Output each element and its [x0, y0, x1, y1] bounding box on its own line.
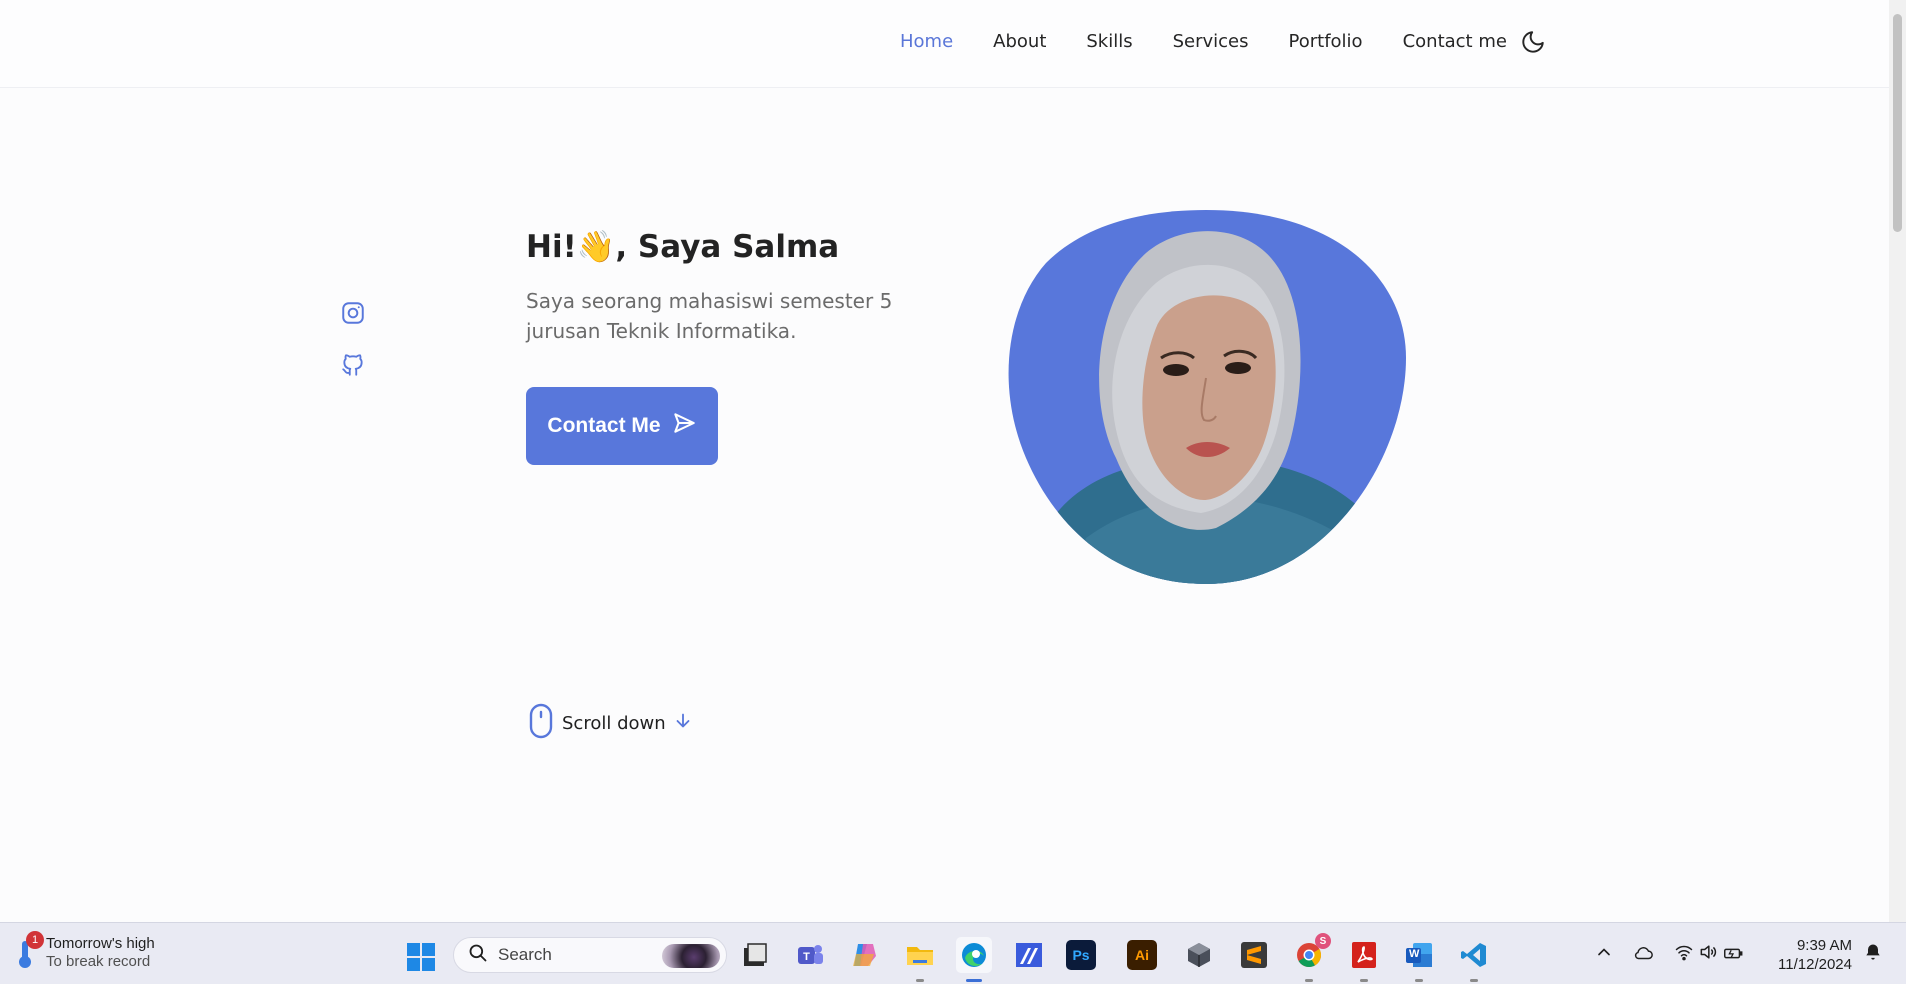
- sublime-icon[interactable]: [1236, 937, 1272, 973]
- word-label: W: [1409, 948, 1420, 960]
- photoshop-icon[interactable]: Ps: [1066, 940, 1096, 970]
- contact-me-button[interactable]: Contact Me: [526, 387, 718, 465]
- weather-badge: 1: [26, 931, 44, 949]
- weather-widget[interactable]: 1 Tomorrow's high To break record: [14, 931, 155, 971]
- nav-about[interactable]: About: [993, 31, 1046, 53]
- thermometer-icon: 1: [14, 931, 44, 969]
- illustrator-icon[interactable]: Ai: [1127, 940, 1157, 970]
- chevron-up-icon[interactable]: [1594, 942, 1618, 966]
- battery-icon[interactable]: [1722, 942, 1746, 966]
- windows-start-icon[interactable]: [406, 942, 436, 972]
- social-links: [340, 300, 366, 378]
- nav-contact[interactable]: Contact me: [1403, 31, 1507, 53]
- nav-portfolio[interactable]: Portfolio: [1289, 31, 1363, 53]
- hero-description: Saya seorang mahasiswi semester 5 jurusa…: [526, 289, 893, 343]
- edge-icon[interactable]: [956, 937, 992, 982]
- clock-date: 11/12/2024: [1778, 956, 1852, 973]
- running-indicator: [916, 979, 924, 982]
- nav-skills[interactable]: Skills: [1086, 31, 1132, 53]
- cloud-icon[interactable]: [1632, 942, 1656, 966]
- chrome-icon[interactable]: S: [1291, 933, 1331, 982]
- weather-subtitle: To break record: [46, 953, 151, 970]
- folder-icon[interactable]: [902, 937, 938, 982]
- mouse-icon: [526, 703, 556, 743]
- hero-greeting: Hi!: [526, 229, 577, 265]
- notification-bell-icon[interactable]: [1863, 942, 1887, 966]
- vscode-icon[interactable]: [1456, 937, 1492, 982]
- scrollbar-thumb[interactable]: [1893, 14, 1902, 232]
- chrome-profile-badge: S: [1315, 933, 1331, 949]
- running-indicator: [1360, 979, 1368, 982]
- running-indicator: [1305, 979, 1313, 982]
- active-indicator: [966, 979, 982, 982]
- search-highlight-image: [662, 944, 720, 968]
- word-icon[interactable]: W: [1401, 937, 1437, 982]
- speaker-icon[interactable]: [1698, 942, 1722, 966]
- instagram-icon[interactable]: [340, 300, 366, 326]
- svg-text:T: T: [803, 951, 810, 963]
- app-icon[interactable]: [1011, 937, 1047, 973]
- clock-time: 9:39 AM: [1796, 937, 1852, 954]
- taskbar-clock[interactable]: 9:39 AM 11/12/2024: [1766, 936, 1852, 974]
- nav-home[interactable]: Home: [900, 31, 953, 53]
- github-icon[interactable]: [340, 352, 366, 378]
- page-scrollbar[interactable]: [1889, 0, 1906, 922]
- scroll-down-link[interactable]: Scroll down: [526, 703, 694, 743]
- nav-services[interactable]: Services: [1173, 31, 1249, 53]
- taskbar-search[interactable]: Search: [453, 937, 727, 973]
- running-indicator: [1470, 979, 1478, 982]
- moon-icon[interactable]: [1520, 29, 1546, 55]
- copilot-icon[interactable]: [847, 937, 883, 973]
- arrow-down-icon: [672, 710, 694, 736]
- send-icon: [671, 410, 697, 442]
- contact-me-label: Contact Me: [547, 414, 661, 437]
- hero-title: Hi!👋, Saya Salma: [526, 225, 839, 269]
- search-placeholder: Search: [498, 945, 552, 964]
- teams-icon[interactable]: T: [792, 937, 828, 973]
- wifi-icon[interactable]: [1674, 942, 1698, 966]
- box-icon[interactable]: [1181, 937, 1217, 973]
- scroll-down-label: Scroll down: [562, 712, 666, 734]
- file-explorer-icon[interactable]: [737, 937, 773, 973]
- site-header: Home About Skills Services Portfolio Con…: [0, 0, 1889, 88]
- running-indicator: [1415, 979, 1423, 982]
- weather-title: Tomorrow's high: [46, 935, 155, 952]
- acrobat-icon[interactable]: [1346, 937, 1382, 982]
- wave-emoji: 👋: [576, 229, 616, 265]
- hero-name: , Saya Salma: [615, 229, 840, 265]
- windows-taskbar: 1 Tomorrow's high To break record Search…: [0, 922, 1906, 984]
- search-icon: [468, 943, 488, 967]
- main-nav: Home About Skills Services Portfolio Con…: [900, 31, 1547, 53]
- profile-image: [1006, 208, 1408, 584]
